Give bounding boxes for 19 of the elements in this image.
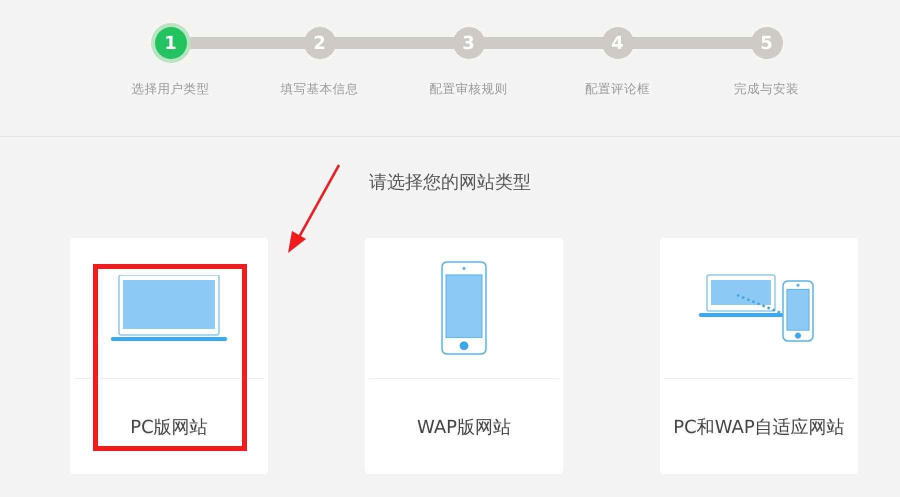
step-label: 配置审核规则 [430, 81, 508, 98]
card-label: PC和WAP自适应网站 [672, 416, 846, 440]
phone-icon [441, 261, 487, 355]
step-label: 填写基本信息 [280, 81, 358, 98]
site-type-card[interactable]: WAP版网站 [365, 238, 563, 474]
laptop-icon [111, 275, 227, 341]
site-type-card[interactable]: PC版网站 [70, 238, 268, 474]
step-label: 配置评论框 [585, 81, 650, 98]
step-number[interactable]: 4 [602, 27, 634, 59]
heading: 请选择您的网站类型 [368, 171, 532, 194]
step-number[interactable]: 3 [452, 27, 484, 59]
site-type-card[interactable]: PC和WAP自适应网站 [660, 238, 858, 474]
step-label: 完成与安装 [734, 81, 799, 98]
step-number[interactable]: 1 [154, 27, 186, 59]
step-label: 选择用户类型 [132, 81, 210, 98]
card-label: WAP版网站 [416, 416, 512, 440]
card-label: PC版网站 [129, 416, 209, 440]
step-number[interactable]: 2 [304, 27, 336, 59]
step-number[interactable]: 5 [750, 27, 782, 59]
